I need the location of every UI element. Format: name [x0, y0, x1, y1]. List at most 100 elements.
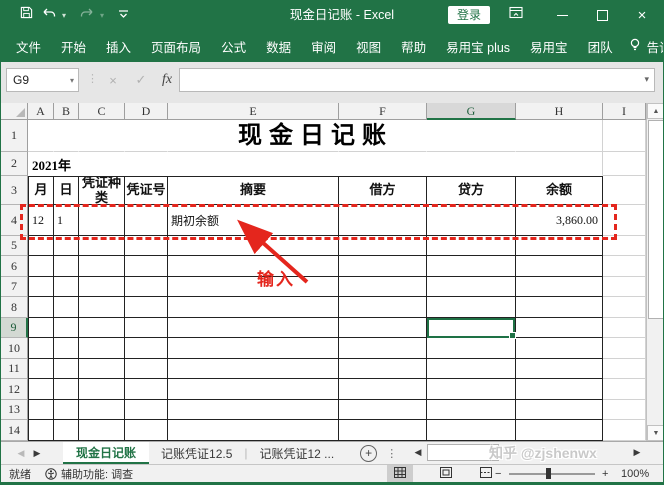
zoom-in-button[interactable]: + [602, 465, 608, 483]
login-button[interactable]: 登录 [448, 6, 490, 24]
menu-tab-11[interactable]: 团队 [578, 37, 623, 56]
cell-D14[interactable] [125, 420, 168, 441]
close-button[interactable]: × [629, 0, 655, 30]
cell-C2[interactable] [79, 152, 125, 176]
cell-F8[interactable] [339, 297, 427, 318]
view-normal-button[interactable] [387, 465, 413, 482]
cell-A8[interactable] [28, 297, 54, 318]
row-header-3[interactable]: 3 [1, 176, 28, 205]
cell-A12[interactable] [28, 379, 54, 400]
zoom-out-button[interactable]: − [495, 465, 501, 483]
zoom-slider-handle[interactable] [546, 468, 551, 479]
cell-I3[interactable] [603, 176, 646, 205]
column-header-F[interactable]: F [339, 103, 427, 120]
scroll-left-button[interactable]: ◀ [411, 442, 425, 463]
cell-A14[interactable] [28, 420, 54, 441]
row-header-12[interactable]: 12 [1, 379, 28, 400]
scroll-right-button[interactable]: ▶ [630, 442, 644, 463]
cell-I7[interactable] [603, 277, 646, 297]
cell-D11[interactable] [125, 359, 168, 379]
cell-H9[interactable] [516, 318, 603, 338]
cell-G3[interactable]: 贷方 [427, 176, 516, 205]
cell-E11[interactable] [168, 359, 339, 379]
cell-A6[interactable] [28, 256, 54, 277]
row-header-7[interactable]: 7 [1, 277, 28, 297]
cell-B13[interactable] [54, 400, 79, 420]
cell-H8[interactable] [516, 297, 603, 318]
sheet-more-button[interactable]: ⋮ [386, 447, 397, 460]
cell-F14[interactable] [339, 420, 427, 441]
undo-button[interactable] [41, 0, 57, 30]
redo-button[interactable] [79, 0, 95, 30]
cell-G10[interactable] [427, 338, 516, 359]
cell-A11[interactable] [28, 359, 54, 379]
menu-tab-3[interactable]: 页面布局 [141, 37, 211, 56]
cell-F10[interactable] [339, 338, 427, 359]
cell-E14[interactable] [168, 420, 339, 441]
cell-A10[interactable] [28, 338, 54, 359]
cancel-button[interactable]: × [101, 68, 125, 92]
menu-tab-4[interactable]: 公式 [211, 37, 256, 56]
row-header-1[interactable]: 1 [1, 120, 28, 152]
column-header-D[interactable]: D [125, 103, 168, 120]
zoom-slider-track[interactable] [509, 473, 595, 475]
cell-I12[interactable] [603, 379, 646, 400]
column-header-A[interactable]: A [28, 103, 54, 120]
cell-E8[interactable] [168, 297, 339, 318]
cell-B7[interactable] [54, 277, 79, 297]
input-annotation-label[interactable]: 输入 [257, 265, 295, 290]
cell-E9[interactable] [168, 318, 339, 338]
year-label-cell[interactable]: 2021年 [32, 155, 71, 174]
cell-D6[interactable] [125, 256, 168, 277]
cell-F9[interactable] [339, 318, 427, 338]
menu-tab-0[interactable]: 文件 [6, 37, 51, 56]
cell-H11[interactable] [516, 359, 603, 379]
cell-B8[interactable] [54, 297, 79, 318]
view-page-layout-button[interactable] [433, 465, 459, 482]
cell-I9[interactable] [603, 318, 646, 338]
menu-tab-8[interactable]: 帮助 [391, 37, 436, 56]
selection-box-g9[interactable] [427, 318, 515, 338]
cell-C13[interactable] [79, 400, 125, 420]
cell-I10[interactable] [603, 338, 646, 359]
accessibility-label[interactable]: 辅助功能: 调查 [61, 465, 133, 483]
column-header-E[interactable]: E [168, 103, 339, 120]
cell-F6[interactable] [339, 256, 427, 277]
vertical-scrollbar[interactable]: ▲ ▼ [646, 103, 664, 441]
cell-C6[interactable] [79, 256, 125, 277]
menu-tab-5[interactable]: 数据 [256, 37, 301, 56]
row-header-11[interactable]: 11 [1, 359, 28, 379]
cell-B3[interactable]: 日 [54, 176, 79, 205]
cell-G13[interactable] [427, 400, 516, 420]
cell-A9[interactable] [28, 318, 54, 338]
cell-H2[interactable] [516, 152, 603, 176]
new-sheet-button[interactable]: + [360, 445, 377, 462]
cell-D3[interactable]: 凭证号 [125, 176, 168, 205]
cell-F2[interactable] [339, 152, 427, 176]
sheet-title-cell[interactable]: 现金日记账 [28, 121, 603, 151]
column-header-C[interactable]: C [79, 103, 125, 120]
cell-E12[interactable] [168, 379, 339, 400]
formula-bar-grip[interactable]: ⋮ [87, 72, 99, 85]
redo-dropdown[interactable]: ▾ [97, 0, 107, 30]
cell-B6[interactable] [54, 256, 79, 277]
cell-F11[interactable] [339, 359, 427, 379]
cell-G8[interactable] [427, 297, 516, 318]
column-header-B[interactable]: B [54, 103, 79, 120]
cell-H7[interactable] [516, 277, 603, 297]
cell-E13[interactable] [168, 400, 339, 420]
cell-C12[interactable] [79, 379, 125, 400]
cell-B9[interactable] [54, 318, 79, 338]
row-header-2[interactable]: 2 [1, 152, 28, 176]
cell-C7[interactable] [79, 277, 125, 297]
cell-I11[interactable] [603, 359, 646, 379]
cell-D9[interactable] [125, 318, 168, 338]
cell-I6[interactable] [603, 256, 646, 277]
cell-A13[interactable] [28, 400, 54, 420]
ribbon-display-options-button[interactable] [503, 0, 529, 30]
cell-C9[interactable] [79, 318, 125, 338]
cell-C10[interactable] [79, 338, 125, 359]
cell-D10[interactable] [125, 338, 168, 359]
sheet-nav-right[interactable]: ▶ [29, 442, 45, 464]
cell-B12[interactable] [54, 379, 79, 400]
